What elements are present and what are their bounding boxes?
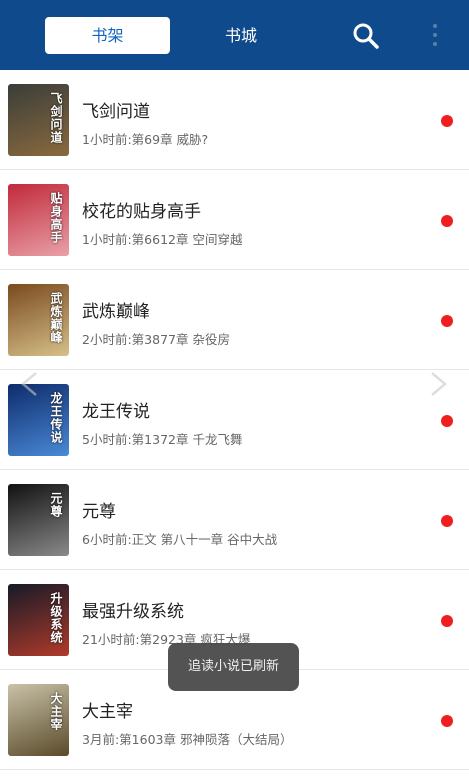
unread-dot	[441, 615, 453, 627]
book-cover: 贴身高手	[8, 184, 69, 256]
tab-bookshelf[interactable]: 书架	[45, 17, 170, 54]
unread-dot	[441, 415, 453, 427]
unread-dot	[441, 315, 453, 327]
top-bar: 书架 书城	[0, 0, 469, 70]
book-title: 飞剑问道	[82, 102, 150, 122]
book-title: 最强升级系统	[82, 602, 184, 622]
book-latest-update: 1小时前:第6612章 空间穿越	[82, 232, 243, 247]
book-latest-update: 6小时前:正文 第八十一章 谷中大战	[82, 532, 278, 547]
chevron-right-icon[interactable]	[428, 370, 450, 398]
tab-bookstore[interactable]: 书城	[210, 17, 272, 54]
unread-dot	[441, 215, 453, 227]
search-icon[interactable]	[352, 22, 380, 50]
book-cover: 元尊	[8, 484, 69, 556]
book-row[interactable]: 元尊 元尊 6小时前:正文 第八十一章 谷中大战	[0, 470, 469, 570]
more-vertical-icon[interactable]	[428, 20, 442, 52]
book-title: 大主宰	[82, 702, 133, 722]
chevron-left-icon[interactable]	[18, 370, 40, 398]
refresh-toast: 追读小说已刷新	[168, 643, 299, 691]
unread-dot	[441, 515, 453, 527]
book-row[interactable]: 飞剑问道 飞剑问道 1小时前:第69章 威胁?	[0, 70, 469, 170]
book-cover: 升级系统	[8, 584, 69, 656]
book-cover: 大主宰	[8, 684, 69, 756]
unread-dot	[441, 715, 453, 727]
book-cover: 武炼巅峰	[8, 284, 69, 356]
book-latest-update: 3月前:第1603章 邪神陨落（大结局）	[82, 732, 293, 747]
book-latest-update: 5小时前:第1372章 千龙飞舞	[82, 432, 243, 447]
unread-dot	[441, 115, 453, 127]
book-row[interactable]: 龙王传说 龙王传说 5小时前:第1372章 千龙飞舞	[0, 370, 469, 470]
book-cover: 飞剑问道	[8, 84, 69, 156]
book-latest-update: 2小时前:第3877章 杂役房	[82, 332, 230, 347]
book-row[interactable]: 贴身高手 校花的贴身高手 1小时前:第6612章 空间穿越	[0, 170, 469, 270]
book-latest-update: 1小时前:第69章 威胁?	[82, 132, 209, 147]
book-title: 元尊	[82, 502, 116, 522]
book-title: 龙王传说	[82, 402, 150, 422]
book-row[interactable]: 武炼巅峰 武炼巅峰 2小时前:第3877章 杂役房	[0, 270, 469, 370]
book-title: 武炼巅峰	[82, 302, 150, 322]
book-title: 校花的贴身高手	[82, 202, 201, 222]
